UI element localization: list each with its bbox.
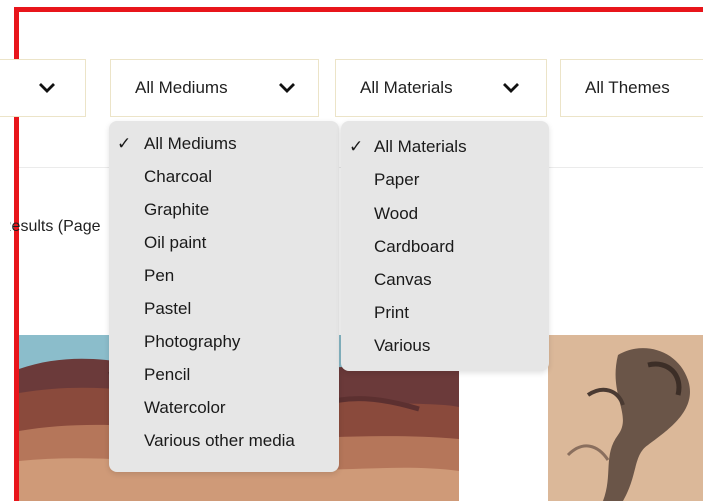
mediums-option[interactable]: Watercolor xyxy=(109,396,339,420)
mediums-option[interactable]: Photography xyxy=(109,330,339,354)
filter-mediums-label: All Mediums xyxy=(135,78,228,97)
mediums-option[interactable]: Pencil xyxy=(109,363,339,387)
chevron-down-icon xyxy=(277,81,297,95)
mediums-option[interactable]: Charcoal xyxy=(109,165,339,189)
materials-option[interactable]: Wood xyxy=(341,202,549,226)
materials-dropdown-menu: ✓ All Materials Paper Wood Cardboard Can… xyxy=(341,121,549,371)
materials-option[interactable]: ✓ All Materials xyxy=(341,135,549,159)
mediums-option[interactable]: Graphite xyxy=(109,198,339,222)
artwork-drawing-image[interactable] xyxy=(548,335,703,501)
results-count-text: Results (Page xyxy=(10,218,101,235)
mediums-option[interactable]: Pastel xyxy=(109,297,339,321)
mediums-dropdown-menu: ✓ All Mediums Charcoal Graphite Oil pain… xyxy=(109,121,339,472)
check-icon: ✓ xyxy=(117,134,132,153)
filter-materials-label: All Materials xyxy=(360,78,453,97)
frame-top-border xyxy=(14,7,703,12)
materials-option[interactable]: Cardboard xyxy=(341,235,549,259)
filter-select-first[interactable] xyxy=(0,59,86,117)
mediums-option[interactable]: Oil paint xyxy=(109,231,339,255)
filter-select-mediums[interactable]: All Mediums xyxy=(110,59,319,117)
materials-option[interactable]: Canvas xyxy=(341,268,549,292)
materials-option[interactable]: Various xyxy=(341,334,549,358)
materials-option[interactable]: Paper xyxy=(341,168,549,192)
mediums-option[interactable]: Various other media xyxy=(109,429,339,453)
mediums-option[interactable]: Pen xyxy=(109,264,339,288)
filter-select-materials[interactable]: All Materials xyxy=(335,59,547,117)
chevron-down-icon xyxy=(501,81,521,95)
filter-themes-label: All Themes xyxy=(585,78,670,97)
check-icon: ✓ xyxy=(349,137,364,156)
filter-select-themes[interactable]: All Themes xyxy=(560,59,703,117)
materials-option[interactable]: Print xyxy=(341,301,549,325)
mediums-option[interactable]: ✓ All Mediums xyxy=(109,132,339,156)
chevron-down-icon xyxy=(37,81,57,95)
